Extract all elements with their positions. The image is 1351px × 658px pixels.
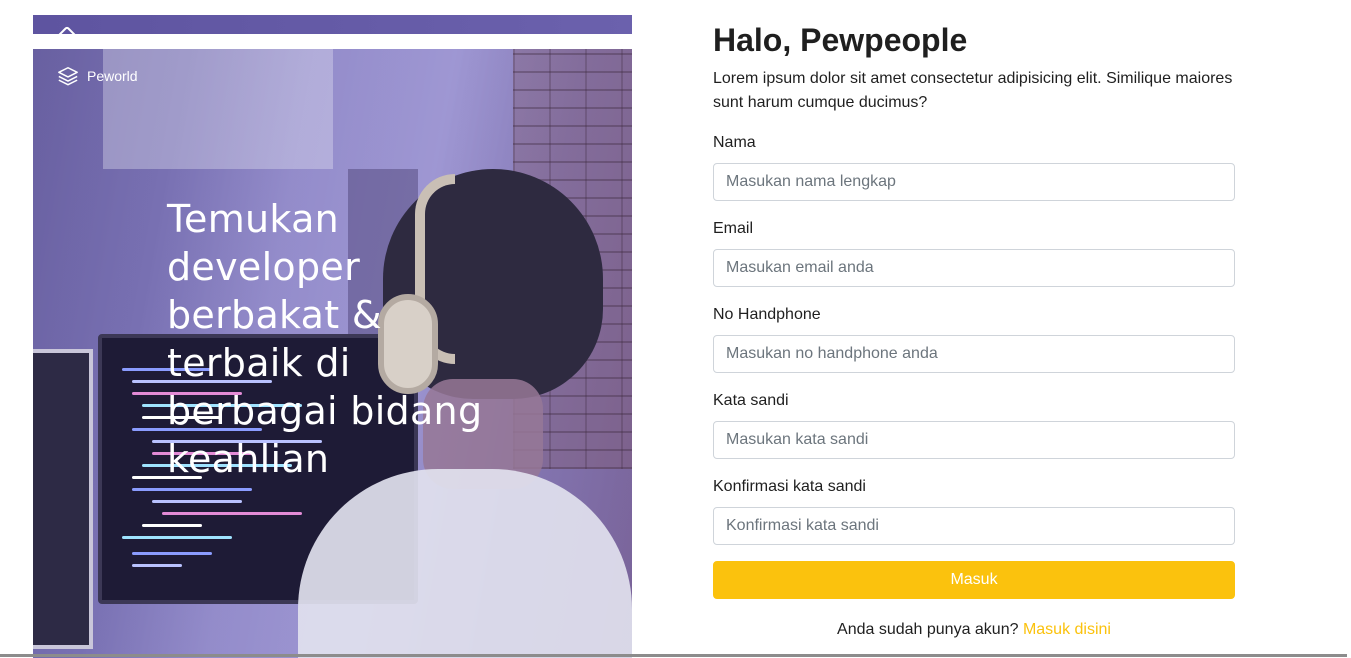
page-title: Halo, Pewpeople — [713, 22, 968, 58]
phone-input[interactable] — [713, 335, 1235, 373]
code-line — [152, 500, 242, 503]
login-prompt: Anda sudah punya akun? — [837, 621, 1019, 638]
login-hint: Anda sudah punya akun? Masuk disini — [713, 621, 1235, 639]
field-label: Email — [713, 220, 754, 237]
submit-button[interactable]: Masuk — [713, 561, 1235, 599]
register-form: Halo, Pewpeople Lorem ipsum dolor sit am… — [713, 20, 1235, 639]
bottom-divider — [0, 654, 1347, 657]
code-line — [132, 552, 212, 555]
name-input[interactable] — [713, 163, 1235, 201]
code-line — [132, 488, 252, 491]
layers-icon — [58, 67, 78, 86]
login-link[interactable]: Masuk disini — [1023, 621, 1111, 638]
code-line — [132, 564, 182, 567]
brand-logo: Peworld — [57, 65, 138, 87]
side-monitor — [33, 349, 93, 649]
field-label: Kata sandi — [713, 392, 789, 409]
field-confirm-password: Konfirmasi kata sandi — [713, 477, 1235, 545]
hero-headline: Temukan developer berbakat & terbaik di … — [167, 197, 483, 481]
code-line — [142, 524, 202, 527]
layers-icon — [55, 25, 79, 34]
field-password: Kata sandi — [713, 391, 1235, 459]
email-input[interactable] — [713, 249, 1235, 287]
code-line — [122, 536, 232, 539]
page-subtitle: Lorem ipsum dolor sit amet consectetur a… — [713, 70, 1233, 111]
field-email: Email — [713, 219, 1235, 287]
field-label: No Handphone — [713, 306, 821, 323]
brand-name: Peworld — [87, 68, 138, 84]
confirm-password-input[interactable] — [713, 507, 1235, 545]
password-input[interactable] — [713, 421, 1235, 459]
hero-image: Peworld Temukan developer berbakat & ter… — [33, 49, 632, 658]
field-nama: Nama — [713, 133, 1235, 201]
hero-image-top-strip — [33, 15, 632, 34]
field-phone: No Handphone — [713, 305, 1235, 373]
code-line — [162, 512, 302, 515]
field-label: Konfirmasi kata sandi — [713, 478, 866, 495]
field-label: Nama — [713, 134, 756, 151]
